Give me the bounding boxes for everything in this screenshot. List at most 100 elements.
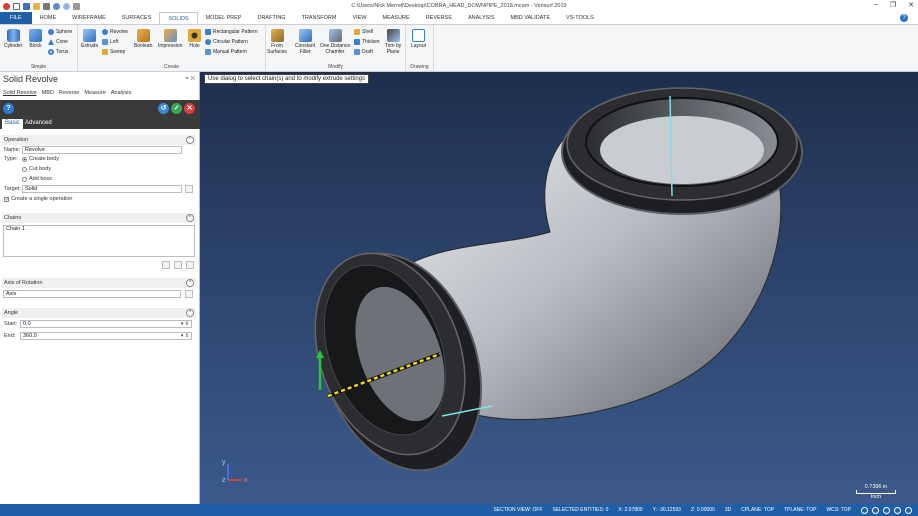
- tab-mbd-validate[interactable]: MBD VALIDATE: [503, 12, 559, 24]
- start-label: Start:: [4, 321, 18, 327]
- ok-button[interactable]: ✓: [171, 103, 182, 114]
- tab-advanced[interactable]: Advanced: [22, 119, 55, 129]
- boolean-button[interactable]: Boolean: [134, 29, 152, 50]
- name-field[interactable]: Revolve: [22, 146, 182, 154]
- extrude-button[interactable]: Extrude: [81, 29, 98, 50]
- scale-bar: 0.7396 in Inch: [856, 484, 896, 500]
- tab-solids[interactable]: SOLIDS: [159, 12, 198, 24]
- draft-button[interactable]: Draft: [354, 49, 373, 55]
- graphics-viewport[interactable]: Use dialog to select chain(s) and to mod…: [200, 72, 918, 504]
- axis-field[interactable]: Axis: [3, 290, 181, 298]
- type-add-boss-radio[interactable]: Add boss: [22, 176, 52, 182]
- subtab-reverse[interactable]: Reverse: [59, 90, 79, 99]
- chain-remove-button[interactable]: [162, 261, 170, 269]
- axis-select-button[interactable]: [185, 290, 193, 298]
- window-title: C:\Users\Nick Merrell\Desktop\COBRA_HEAD…: [351, 3, 567, 9]
- tab-view[interactable]: VIEW: [344, 12, 374, 24]
- shaded-view-icon[interactable]: [872, 506, 879, 514]
- manual-pattern-button[interactable]: Manual Pattern: [205, 49, 247, 55]
- tab-home[interactable]: HOME: [32, 12, 65, 24]
- target-field[interactable]: Solid: [22, 185, 182, 193]
- tab-drafting[interactable]: DRAFTING: [249, 12, 293, 24]
- cancel-button[interactable]: ✕: [184, 103, 195, 114]
- sphere-button[interactable]: Sphere: [48, 29, 72, 35]
- restore-button[interactable]: ❐: [890, 1, 896, 9]
- hidden-line-icon[interactable]: [894, 506, 901, 514]
- axis-header[interactable]: Axis of Rotation ^: [2, 278, 196, 288]
- panel-pin-close[interactable]: ⌖ ✕: [185, 76, 195, 83]
- chain-add-button[interactable]: [174, 261, 182, 269]
- chains-header[interactable]: Chains ^: [2, 213, 196, 223]
- minimize-button[interactable]: –: [874, 1, 878, 9]
- mode-toggle[interactable]: 3D: [725, 507, 731, 513]
- cone-button[interactable]: Cone: [48, 39, 68, 45]
- impression-button[interactable]: Impression: [158, 29, 182, 50]
- constant-fillet-button[interactable]: Constant Fillet: [292, 29, 318, 55]
- circular-pattern-button[interactable]: Circular Pattern: [205, 39, 248, 45]
- list-item[interactable]: Chain 1: [6, 226, 25, 232]
- collapse-icon[interactable]: ^: [186, 136, 194, 144]
- help-icon[interactable]: ?: [900, 14, 908, 22]
- layout-button[interactable]: Layout: [411, 29, 426, 50]
- ok-create-new-button[interactable]: ↺: [158, 103, 169, 114]
- hole-button[interactable]: Hole: [188, 29, 201, 50]
- start-angle-field[interactable]: 0.0 ▾ ⇕: [20, 320, 192, 328]
- chains-header-label: Chains: [4, 215, 22, 221]
- collapse-icon[interactable]: ^: [186, 309, 194, 317]
- rectangular-pattern-button[interactable]: Rectangular Pattern: [205, 29, 257, 35]
- loft-button[interactable]: Loft: [102, 39, 118, 45]
- target-select-button[interactable]: [185, 185, 193, 193]
- downpipe-model[interactable]: y x z: [200, 72, 918, 504]
- spinner-icon[interactable]: ▾ ⇕: [181, 333, 189, 340]
- cplane-status[interactable]: CPLANE: TOP: [741, 507, 774, 513]
- tab-transform[interactable]: TRANSFORM: [294, 12, 345, 24]
- layout-icon: [412, 29, 425, 42]
- tab-basic[interactable]: Basic: [2, 119, 23, 129]
- wireframe-view-icon[interactable]: [861, 506, 868, 514]
- trim-by-plane-label: Trim by Plane: [384, 43, 402, 55]
- fit-view-icon[interactable]: [905, 506, 912, 514]
- help-button[interactable]: ?: [3, 103, 14, 114]
- tab-surfaces[interactable]: SURFACES: [114, 12, 160, 24]
- single-operation-label: Create a single operation: [11, 196, 73, 202]
- block-button[interactable]: Block: [29, 29, 42, 50]
- thicken-button[interactable]: Thicken: [354, 39, 380, 45]
- revolve-button[interactable]: Revolve: [102, 29, 128, 35]
- tab-vs-tools[interactable]: VS-TOOLS: [558, 12, 602, 24]
- section-view-status[interactable]: SECTION VIEW: OFF: [493, 507, 542, 513]
- tplane-status[interactable]: TPLANE: TOP: [784, 507, 816, 513]
- tab-wireframe[interactable]: WIREFRAME: [64, 12, 114, 24]
- tab-model-prep[interactable]: MODEL PREP: [198, 12, 250, 24]
- end-label: End:: [4, 333, 16, 339]
- spinner-icon[interactable]: ▾ ⇕: [181, 321, 189, 328]
- type-cut-body-radio[interactable]: Cut body: [22, 166, 51, 172]
- type-create-body-radio[interactable]: Create body: [22, 156, 59, 162]
- cylinder-button[interactable]: Cylinder: [4, 29, 22, 50]
- close-button[interactable]: ✕: [908, 1, 914, 9]
- tab-analysis[interactable]: ANALYSIS: [460, 12, 503, 24]
- wcs-status[interactable]: WCS: TOP: [826, 507, 851, 513]
- one-distance-chamfer-button[interactable]: One Distance Chamfer: [318, 29, 352, 55]
- translucent-view-icon[interactable]: [883, 506, 890, 514]
- subtab-analysis[interactable]: Analysis: [111, 90, 131, 99]
- torus-button[interactable]: Torus: [48, 49, 68, 55]
- end-angle-field[interactable]: 360.0 ▾ ⇕: [20, 332, 192, 340]
- from-surfaces-icon: [270, 29, 284, 42]
- angle-header[interactable]: Angle ^: [2, 308, 196, 318]
- trim-by-plane-button[interactable]: Trim by Plane: [381, 29, 405, 55]
- tab-file[interactable]: FILE: [0, 12, 32, 24]
- subtab-measure[interactable]: Measure: [84, 90, 105, 99]
- sweep-button[interactable]: Sweep: [102, 49, 125, 55]
- collapse-icon[interactable]: ^: [186, 214, 194, 222]
- collapse-icon[interactable]: ^: [186, 279, 194, 287]
- subtab-mbd[interactable]: MBD: [42, 90, 54, 99]
- chain-select-button[interactable]: [186, 261, 194, 269]
- tab-reverse[interactable]: REVERSE: [418, 12, 460, 24]
- subtab-solid-revolve[interactable]: Solid Revolve: [3, 90, 37, 99]
- operation-header[interactable]: Operation ^: [2, 135, 196, 145]
- tab-measure[interactable]: MEASURE: [375, 12, 418, 24]
- shell-button[interactable]: Shell: [354, 29, 373, 35]
- from-surfaces-button[interactable]: From Surfaces: [266, 29, 288, 55]
- chains-list[interactable]: Chain 1: [3, 225, 195, 257]
- single-operation-checkbox[interactable]: ✓ Create a single operation: [4, 196, 72, 202]
